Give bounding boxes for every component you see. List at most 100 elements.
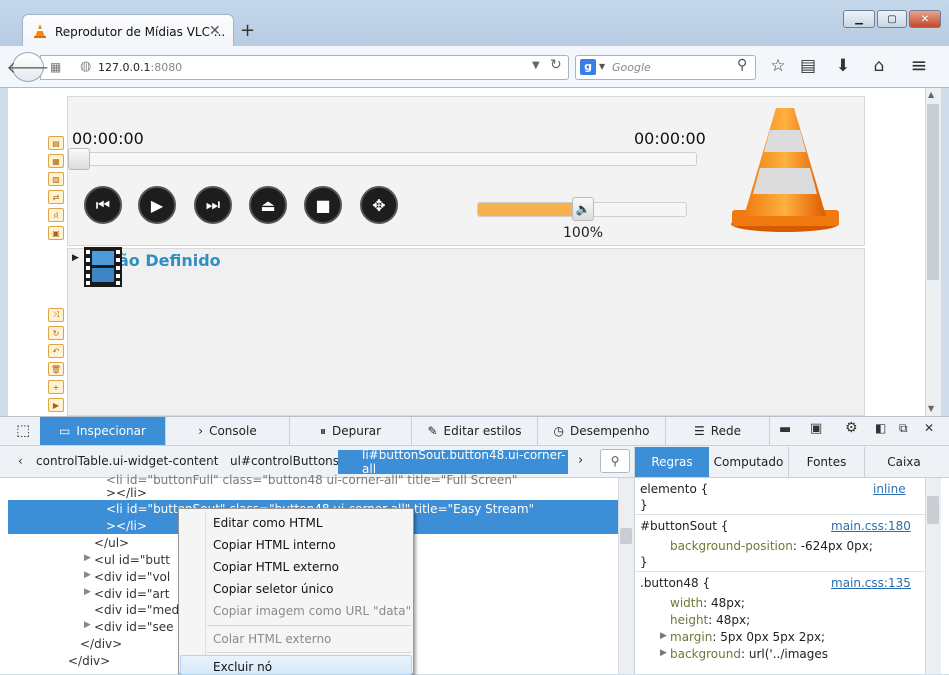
scroll-up-icon[interactable]: ▲ xyxy=(928,90,934,99)
download-icon[interactable]: ⬇ xyxy=(832,56,854,76)
minimize-button[interactable]: ▁ xyxy=(843,10,875,28)
responsive-icon[interactable]: ▣ xyxy=(810,421,822,436)
html-line[interactable]: <ul id="butt xyxy=(94,553,170,567)
breadcrumb-item[interactable]: controlTable.ui-widget-content xyxy=(36,454,218,468)
engine-dropdown-icon[interactable]: ▼ xyxy=(599,62,605,71)
side-button-2[interactable]: ▦ xyxy=(48,154,64,168)
previous-button[interactable]: ⏮ xyxy=(84,186,122,224)
html-line[interactable]: </div> xyxy=(68,654,110,668)
html-line[interactable]: <div id="art xyxy=(94,587,169,601)
menu-item-copiar-html-externo[interactable]: Copiar HTML externo xyxy=(213,560,339,574)
scroll-down-icon[interactable]: ▼ xyxy=(928,404,934,413)
page-scrollbar-thumb[interactable] xyxy=(927,104,939,280)
gear-icon[interactable]: ⚙ xyxy=(845,420,858,436)
side-button-6[interactable]: ▣ xyxy=(48,226,64,240)
tree-expand-icon[interactable]: ▶ xyxy=(84,553,91,563)
tab-desempenho[interactable]: ◷ Desempenho xyxy=(538,417,666,445)
html-line[interactable]: ></li> xyxy=(106,486,147,500)
tab-rede[interactable]: ☰ Rede xyxy=(666,417,770,445)
search-html-button[interactable]: ⚲ xyxy=(600,449,630,473)
eject-button[interactable]: ⏏ xyxy=(249,186,287,224)
fullscreen-button[interactable]: ✥ xyxy=(360,186,398,224)
tab-console[interactable]: › Console xyxy=(166,417,290,445)
menu-item-editar-html[interactable]: Editar como HTML xyxy=(213,516,323,530)
tab-fontes[interactable]: Fontes xyxy=(789,447,865,477)
playlist-title[interactable]: ão Definido xyxy=(118,251,221,270)
play-button[interactable]: ▶ xyxy=(138,186,176,224)
trash-icon[interactable]: 🗑 xyxy=(48,362,64,376)
rule-source[interactable]: main.css:135 xyxy=(831,576,911,590)
stop-button[interactable]: ■ xyxy=(304,186,342,224)
rule-declaration[interactable]: margin: 5px 0px 5px 2px; xyxy=(670,630,825,644)
undo-icon[interactable]: ↶ xyxy=(48,344,64,358)
html-line-selected[interactable]: ></li> xyxy=(106,519,147,533)
rule-declaration[interactable]: height: 48px; xyxy=(670,613,750,627)
rule-declaration[interactable]: background-position: -624px 0px; xyxy=(670,539,873,553)
html-line[interactable]: </ul> xyxy=(94,536,129,550)
add-icon[interactable]: + xyxy=(48,380,64,394)
history-icon[interactable]: ▦ xyxy=(50,60,61,74)
tab-regras[interactable]: Regras xyxy=(635,447,709,477)
html-scrollbar-thumb[interactable] xyxy=(620,528,632,544)
close-tab-icon[interactable]: ✕ xyxy=(209,23,221,39)
repeat-icon[interactable]: ↻ xyxy=(48,326,64,340)
pick-element-icon[interactable]: ⬚ xyxy=(16,421,30,439)
bookmark-star-icon[interactable]: ☆ xyxy=(767,56,789,76)
rule-declaration[interactable]: background: url('../images xyxy=(670,647,828,661)
tab-computado[interactable]: Computado xyxy=(709,447,789,477)
next-button[interactable]: ⏭ xyxy=(194,186,232,224)
volume-handle[interactable]: 🔈 xyxy=(572,197,594,221)
breadcrumb-right-icon[interactable]: › xyxy=(578,453,583,468)
google-icon[interactable]: g xyxy=(580,59,596,75)
tab-caixa[interactable]: Caixa xyxy=(865,447,943,477)
tab-editar-estilos[interactable]: ✎ Editar estilos xyxy=(412,417,538,445)
menu-item-excluir-no[interactable]: Excluir nó xyxy=(213,660,272,674)
play-small-icon[interactable]: ▶ xyxy=(48,398,64,412)
close-devtools-icon[interactable]: ✕ xyxy=(924,421,934,435)
html-scrollbar[interactable] xyxy=(618,478,634,674)
html-line[interactable]: <li id="buttonFull" class="button48 ui-c… xyxy=(106,473,517,487)
browser-tab[interactable]: Reprodutor de Mídias VLC ... ✕ xyxy=(22,14,234,48)
tab-inspecionar[interactable]: ▭ Inspecionar xyxy=(40,417,166,445)
tab-depurar[interactable]: ⏸ Depurar xyxy=(290,417,412,445)
tree-expand-icon[interactable]: ▶ xyxy=(84,620,91,630)
globe-icon[interactable]: ◍ xyxy=(80,59,91,74)
back-button[interactable]: 🡐 xyxy=(7,52,49,82)
breadcrumb-item[interactable]: ul#controlButtons xyxy=(230,454,339,468)
reload-icon[interactable]: ↻ xyxy=(550,57,562,73)
html-line[interactable]: <div id="see xyxy=(94,620,173,634)
side-button-3[interactable]: ▨ xyxy=(48,172,64,186)
maximize-button[interactable]: ▢ xyxy=(877,10,907,28)
undock-icon[interactable]: ⧉ xyxy=(899,421,908,436)
expand-declaration-icon[interactable]: ▶ xyxy=(660,648,667,658)
rules-scrollbar-thumb[interactable] xyxy=(927,496,939,524)
menu-item-copiar-seletor[interactable]: Copiar seletor único xyxy=(213,582,333,596)
menu-icon[interactable]: ≡ xyxy=(908,53,930,77)
close-window-button[interactable]: ✕ xyxy=(909,10,941,28)
html-line[interactable]: </div> xyxy=(80,637,122,651)
html-line[interactable]: <div id="med xyxy=(94,603,179,617)
side-button-1[interactable]: ▤ xyxy=(48,136,64,150)
breadcrumb-left-icon[interactable]: ‹ xyxy=(18,454,23,468)
rule-declaration[interactable]: width: 48px; xyxy=(670,596,745,610)
split-console-icon[interactable]: ▬ xyxy=(779,422,791,437)
dock-side-icon[interactable]: ◧ xyxy=(875,421,886,435)
rule-source[interactable]: main.css:180 xyxy=(831,519,911,533)
tree-expand-icon[interactable]: ▶ xyxy=(84,570,91,580)
tree-expand-icon[interactable]: ▶ xyxy=(84,587,91,597)
breadcrumb-item-selected[interactable]: li#buttonSout.button48.ui-corner-all xyxy=(338,448,568,476)
home-icon[interactable]: ⌂ xyxy=(868,56,890,76)
new-tab-button[interactable]: + xyxy=(240,20,255,41)
dropdown-arrow-icon[interactable]: ▼ xyxy=(532,60,540,71)
shuffle-icon[interactable]: ⤨ xyxy=(48,308,64,322)
menu-item-colar-html[interactable]: Colar HTML externo xyxy=(213,632,331,646)
search-icon[interactable]: ⚲ xyxy=(737,57,747,73)
side-button-4[interactable]: ⇄ xyxy=(48,190,64,204)
html-line[interactable]: <div id="vol xyxy=(94,570,170,584)
menu-item-copiar-html-interno[interactable]: Copiar HTML interno xyxy=(213,538,336,552)
rule-source[interactable]: inline xyxy=(873,482,906,496)
menu-item-copiar-imagem-url[interactable]: Copiar imagem como URL "data" xyxy=(213,604,411,618)
bookmarks-list-icon[interactable]: ▤ xyxy=(797,56,819,76)
seek-handle[interactable] xyxy=(68,148,90,170)
side-button-5[interactable]: ıl xyxy=(48,208,64,222)
